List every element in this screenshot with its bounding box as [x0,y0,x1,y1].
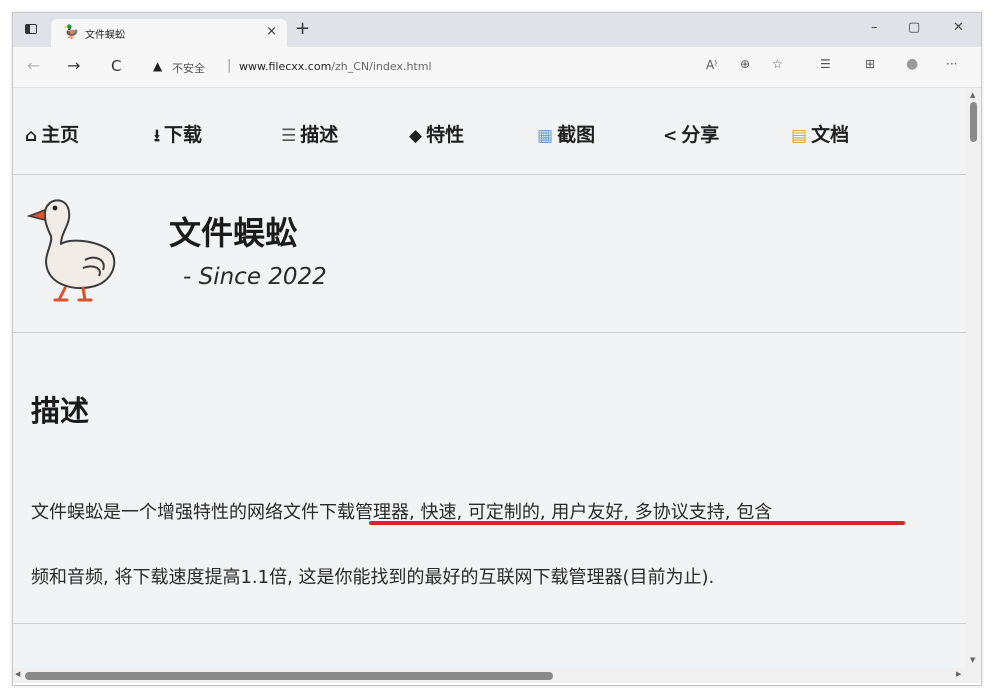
page-viewport: ⌂ 主页 ⭳ 下载 ☰ 描述 ◆ 特性 ▦ 截图 < 分享 ▤ 文档 文件蜈蚣 - Since… [13,88,966,668]
nav-label-download: 下载 [163,124,202,146]
back-button[interactable]: ← [27,56,40,76]
close-window-button[interactable]: ✕ [953,20,964,35]
vertical-scrollbar[interactable]: ▲ ▼ [966,88,981,668]
warning-icon: ▲ [153,59,163,73]
nav-item-screenshots[interactable]: ▦ 截图 [537,120,595,147]
tab-strip: 🦆 文件蜈蚣 × + – ▢ ✕ [13,13,981,47]
nav-item-home[interactable]: ⌂ 主页 [25,120,79,147]
list-icon: ☰ [281,126,297,146]
site-since: - Since 2022 [183,264,327,290]
url-domain: www.filecxx.com [239,60,332,73]
share-icon: < [663,126,678,146]
home-icon: ⌂ [25,126,38,146]
header-divider [13,332,966,333]
cube-icon: ◆ [409,126,423,146]
address-bar-row: ← → C ▲ 不安全 | www.filecxx.com/zh_CN/inde… [13,47,981,88]
browser-window: 🦆 文件蜈蚣 × + – ▢ ✕ ← → C ▲ 不安全 | www.filec… [12,12,982,686]
nav-item-share[interactable]: < 分享 [663,120,719,147]
horizontal-scrollbar[interactable]: ◀ ▶ [13,668,966,683]
scrollbar-corner [966,668,981,683]
tab-actions-icon[interactable] [25,24,37,34]
section-divider [13,623,966,624]
tab-close-button[interactable]: × [266,24,277,39]
scroll-down-arrow-icon[interactable]: ▼ [970,656,975,664]
new-tab-button[interactable]: + [295,19,310,39]
screenshot-icon: ▦ [537,126,554,146]
browser-tab[interactable]: 🦆 文件蜈蚣 × [51,19,287,47]
scroll-left-arrow-icon[interactable]: ◀ [15,670,20,678]
favorite-star-icon[interactable]: ☆ [772,57,783,71]
url-text[interactable]: www.filecxx.com/zh_CN/index.html [239,60,432,73]
document-icon: ▤ [791,126,808,146]
more-menu-icon[interactable]: ··· [946,57,957,71]
duck-favicon-icon: 🦆 [63,25,80,40]
red-underline-annotation [369,521,905,525]
nav-item-docs[interactable]: ▤ 文档 [791,120,849,147]
scroll-up-arrow-icon[interactable]: ▲ [970,91,975,99]
tab-title: 文件蜈蚣 [85,30,125,41]
nav-label-features: 特性 [426,124,465,146]
favorites-icon[interactable]: ☰ [820,57,831,71]
forward-button[interactable]: → [67,56,80,76]
url-path: /zh_CN/index.html [331,60,432,73]
read-aloud-icon[interactable]: A⁾ [706,58,717,72]
nav-label-screenshots: 截图 [557,124,596,146]
duck-logo-icon [26,199,116,302]
security-status[interactable]: 不安全 [172,60,205,76]
nav-item-description[interactable]: ☰ 描述 [281,120,338,147]
section-heading: 描述 [31,394,90,428]
vertical-scroll-thumb[interactable] [970,102,977,142]
description-line-2-start: 频和音频, 将下载速度提高1.1倍, [31,567,299,588]
horizontal-scroll-thumb[interactable] [25,672,553,680]
nav-label-share: 分享 [681,124,720,146]
profile-avatar-icon[interactable]: ● [906,56,918,72]
address-bar[interactable]: ▲ 不安全 | www.filecxx.com/zh_CN/index.html [145,53,703,81]
maximize-button[interactable]: ▢ [908,20,920,35]
collections-icon[interactable]: ⊞ [865,57,875,71]
site-navbar: ⌂ 主页 ⭳ 下载 ☰ 描述 ◆ 特性 ▦ 截图 < 分享 ▤ 文档 [13,88,966,174]
nav-label-docs: 文档 [811,124,850,146]
url-separator: | [227,58,232,73]
navbar-divider [13,174,966,175]
description-highlight: 这是你能找到的最好的互联网下载管理器(目前为止). [298,567,715,588]
scroll-right-arrow-icon[interactable]: ▶ [956,670,961,678]
nav-label-description: 描述 [300,124,339,146]
nav-item-features[interactable]: ◆ 特性 [409,120,464,147]
download-icon: ⭳ [154,126,160,146]
nav-item-download[interactable]: ⭳ 下载 [154,120,202,152]
zoom-icon[interactable]: ⊕ [740,57,750,71]
nav-label-home: 主页 [41,124,80,146]
minimize-button[interactable]: – [871,20,878,35]
site-title: 文件蜈蚣 [169,214,298,252]
refresh-button[interactable]: C [111,56,121,76]
description-line-2: 频和音频, 将下载速度提高1.1倍, 这是你能找到的最好的互联网下载管理器(目前… [31,563,714,589]
